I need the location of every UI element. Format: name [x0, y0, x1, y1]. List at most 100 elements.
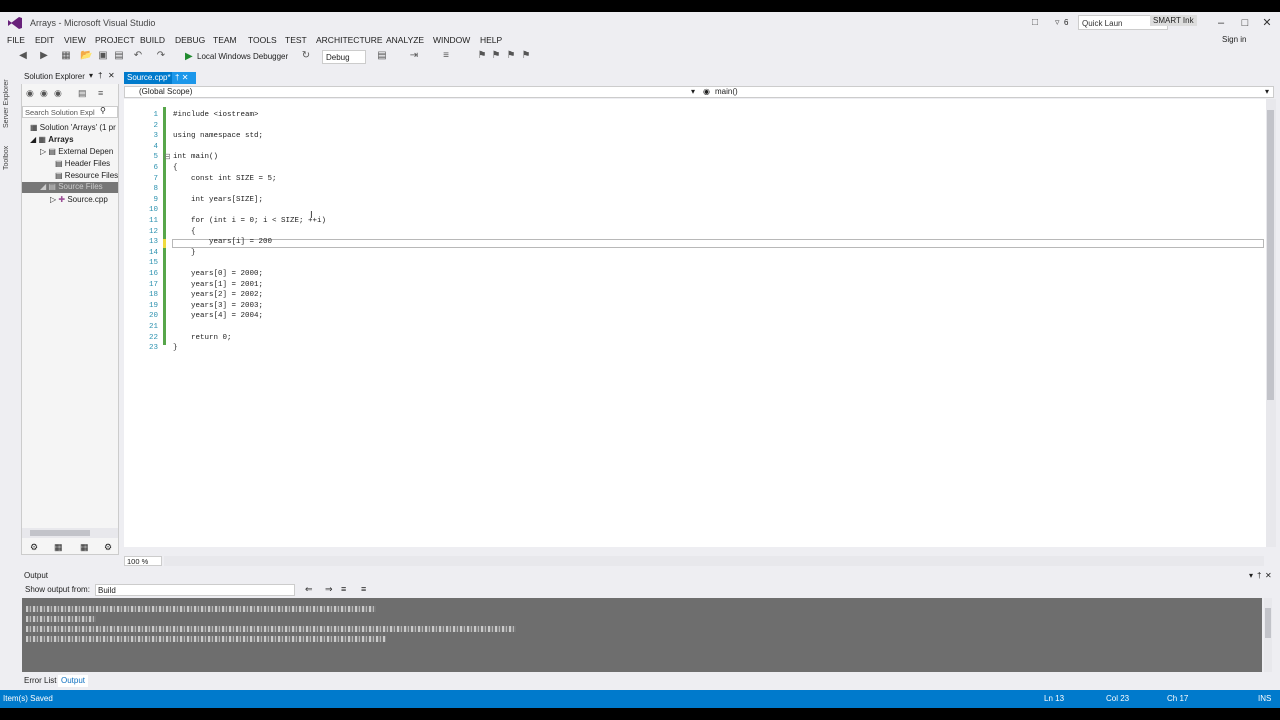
output-text-area[interactable]	[22, 598, 1262, 672]
back-icon[interactable]: ◀	[17, 50, 29, 62]
tree-item-source-cpp[interactable]: ▷ ✚ Source.cpp	[50, 195, 108, 204]
code-line[interactable]: years[0] = 2000;	[173, 270, 263, 278]
code-line[interactable]: for (int i = 0; i < SIZE; ++i)	[173, 217, 326, 225]
collapse-arrow-icon[interactable]: ◢	[40, 182, 46, 191]
home-icon[interactable]: ◉	[26, 88, 34, 99]
pin-icon[interactable]: †	[175, 73, 179, 82]
tree-item-resource-files[interactable]: ▤ Resource Files	[55, 171, 118, 180]
editor-scroll-thumb[interactable]	[1267, 110, 1274, 400]
code-line[interactable]: {	[173, 228, 196, 236]
code-line[interactable]: years[3] = 2003;	[173, 302, 263, 310]
panel-close-icon[interactable]: ✕	[1265, 570, 1272, 582]
tab-error-list[interactable]: Error List	[21, 675, 59, 687]
tree-item-external-dependencies[interactable]: ▷ ▤ External Depen	[40, 147, 113, 156]
collapse-arrow-icon[interactable]: ◢	[30, 135, 36, 144]
menu-help[interactable]: HELP	[480, 35, 502, 45]
scope-dropdown-icon[interactable]: ▾	[691, 87, 695, 97]
scroll-thumb[interactable]	[1265, 608, 1271, 638]
search-icon[interactable]: ⚲	[100, 106, 106, 115]
restore-button[interactable]: □	[1236, 15, 1254, 31]
zoom-level-select[interactable]: 100 %	[124, 556, 162, 566]
menu-view[interactable]: VIEW	[64, 35, 86, 45]
member-dropdown-icon[interactable]: ▾	[1265, 87, 1269, 97]
comment-icon[interactable]: ≡	[440, 50, 452, 62]
bookmark-prev-icon[interactable]: ⚑	[505, 50, 517, 62]
tab-output[interactable]: Output	[58, 675, 89, 687]
undo-icon[interactable]: ↶	[132, 50, 144, 62]
code-line[interactable]: years[2] = 2002;	[173, 291, 263, 299]
code-line[interactable]: years[i] = 200	[173, 238, 272, 246]
save-all-icon[interactable]: ▤	[113, 50, 125, 62]
code-line[interactable]: return 0;	[173, 334, 232, 342]
panel-menu-icon[interactable]: ▾	[1249, 570, 1253, 582]
expand-arrow-icon[interactable]: ▷	[50, 195, 56, 204]
code-editor[interactable]	[124, 99, 1266, 547]
menu-edit[interactable]: EDIT	[35, 35, 54, 45]
class-view-tab-icon[interactable]: ▦	[80, 542, 89, 553]
tab-pin-close[interactable]: † ✕	[172, 72, 196, 84]
scope-select[interactable]: (Global Scope)	[139, 87, 192, 97]
go-to-next-icon[interactable]: ⇒	[325, 584, 333, 595]
menu-tools[interactable]: TOOLS	[248, 35, 277, 45]
word-wrap-icon[interactable]: ≡	[361, 584, 366, 594]
new-project-icon[interactable]: ▦	[60, 50, 72, 62]
code-line[interactable]: }	[173, 249, 196, 257]
menu-analyze[interactable]: ANALYZE	[386, 35, 424, 45]
editor-horizontal-scrollbar[interactable]	[164, 556, 1264, 566]
code-line[interactable]: years[1] = 2001;	[173, 281, 263, 289]
menu-debug[interactable]: DEBUG	[175, 35, 205, 45]
outline-collapse-icon[interactable]: ⊟	[164, 152, 171, 161]
solution-horizontal-scrollbar[interactable]	[22, 528, 118, 538]
collapse-all-icon[interactable]: ▤	[78, 88, 87, 99]
menu-window[interactable]: WINDOW	[433, 35, 470, 45]
sync-icon[interactable]: ◉	[40, 88, 48, 99]
forward-icon[interactable]: ▶	[38, 50, 50, 62]
server-explorer-tab[interactable]: Server Explorer	[3, 70, 17, 128]
solution-explorer-tab-icon[interactable]: ⚙	[30, 542, 38, 553]
scroll-thumb[interactable]	[30, 530, 90, 536]
save-icon[interactable]: ▣	[97, 50, 109, 62]
code-line[interactable]: int main()	[173, 153, 218, 161]
notification-count[interactable]: 6	[1064, 18, 1068, 27]
close-icon[interactable]: ✕	[182, 73, 189, 82]
member-select[interactable]: main()	[715, 87, 738, 97]
code-line[interactable]: }	[173, 344, 178, 352]
debugger-target-button[interactable]: Local Windows Debugger	[197, 52, 288, 61]
menu-team[interactable]: TEAM	[213, 35, 237, 45]
solution-configuration-select[interactable]: Debug	[322, 50, 366, 64]
tree-item-project[interactable]: ◢ ▦ Arrays	[30, 135, 74, 144]
panel-menu-icon[interactable]: ▾	[89, 71, 93, 80]
step-icon[interactable]: ⇥	[408, 50, 420, 62]
pin-icon[interactable]: †	[1257, 570, 1261, 582]
team-explorer-tab-icon[interactable]: ▦	[54, 542, 63, 553]
sign-in-link[interactable]: Sign in	[1222, 35, 1246, 44]
expand-arrow-icon[interactable]: ▷	[40, 147, 46, 156]
output-vertical-scrollbar[interactable]	[1264, 598, 1272, 672]
go-to-previous-icon[interactable]: ⇐	[305, 584, 313, 595]
code-line[interactable]: const int SIZE = 5;	[173, 175, 277, 183]
tree-item-header-files[interactable]: ▤ Header Files	[55, 159, 110, 168]
tree-item-solution[interactable]: ▦ Solution 'Arrays' (1 pr	[30, 123, 116, 132]
pin-icon[interactable]: †	[98, 71, 102, 80]
menu-test[interactable]: TEST	[285, 35, 307, 45]
bookmark-next-icon[interactable]: ⚑	[490, 50, 502, 62]
code-line[interactable]: {	[173, 164, 178, 172]
refresh-solution-icon[interactable]: ◉	[54, 88, 62, 99]
refresh-icon[interactable]: ↻	[300, 50, 312, 62]
menu-project[interactable]: PROJECT	[95, 35, 135, 45]
code-line[interactable]: #include <iostream>	[173, 111, 259, 119]
redo-icon[interactable]: ↷	[155, 50, 167, 62]
open-file-icon[interactable]: 📂	[80, 50, 92, 62]
output-source-select[interactable]: Build	[95, 584, 295, 596]
bookmark-icon[interactable]: ⚑	[476, 50, 488, 62]
tree-item-source-files[interactable]: ◢ ▤ Source Files	[22, 182, 118, 193]
minimize-button[interactable]: –	[1212, 15, 1230, 31]
clear-all-icon[interactable]: ≡	[341, 584, 346, 594]
properties-icon[interactable]: ≡	[98, 88, 103, 98]
code-line[interactable]: int years[SIZE];	[173, 196, 263, 204]
panel-close-icon[interactable]: ✕	[108, 71, 115, 80]
filter-icon[interactable]: ▿	[1055, 17, 1060, 28]
menu-file[interactable]: FILE	[7, 35, 25, 45]
property-manager-tab-icon[interactable]: ⚙	[104, 542, 112, 553]
menu-build[interactable]: BUILD	[140, 35, 165, 45]
